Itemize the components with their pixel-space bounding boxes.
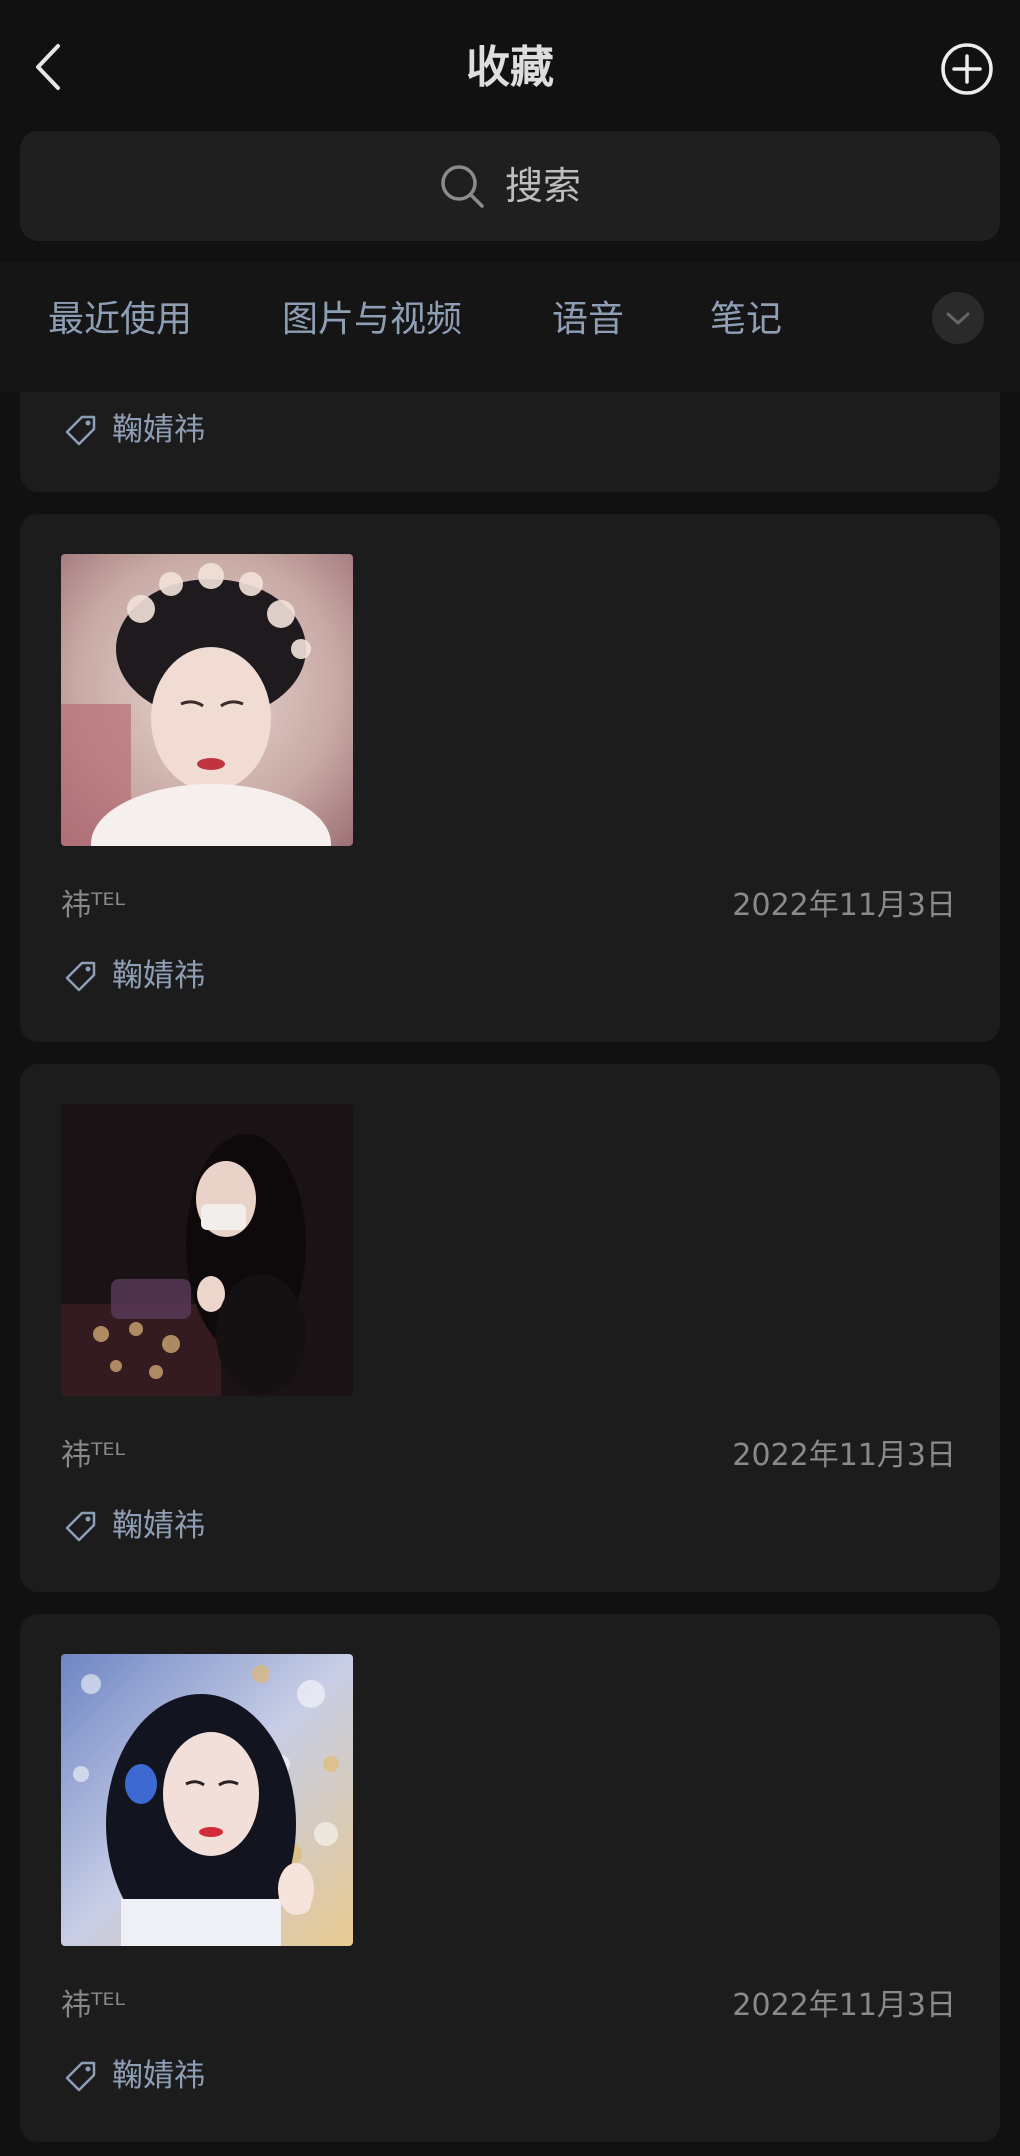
tab-recent[interactable]: 最近使用 xyxy=(48,290,192,350)
search-placeholder: 搜索 xyxy=(504,164,581,208)
tag-chip[interactable]: 鞠婧祎 xyxy=(64,1506,205,1546)
tag-chip[interactable]: 鞠婧祎 xyxy=(64,956,205,996)
favorite-card[interactable]: 祎ᵀᴱᴸ 2022年11月3日 鞠婧祎 xyxy=(20,514,1000,1042)
photo-woman-bokeh-sparkles xyxy=(61,1654,353,1946)
search-bar[interactable]: 搜索 xyxy=(20,131,1000,241)
page-title: 收藏 xyxy=(466,42,554,93)
tag-icon xyxy=(65,2061,96,2092)
tab-notes[interactable]: 笔记 xyxy=(710,290,782,350)
category-tabs: 最近使用 图片与视频 语音 笔记 xyxy=(0,262,1020,392)
search-icon xyxy=(441,165,484,208)
favorite-card[interactable]: 祎ᵀᴱᴸ 2022年11月3日 鞠婧祎 xyxy=(20,1064,1000,1592)
expand-tabs-button[interactable] xyxy=(932,292,984,344)
favorites-page: 收藏 搜索 最近使用 图片与视频 语音 笔记 鞠婧祎 祎ᵀᴱᴸ 2022年11月… xyxy=(0,0,1020,2156)
saved-date: 2022年11月3日 xyxy=(732,888,956,923)
add-button[interactable] xyxy=(940,42,994,96)
tag-label: 鞠婧祎 xyxy=(112,1508,205,1544)
saved-date: 2022年11月3日 xyxy=(732,1988,956,2023)
tab-photos-videos[interactable]: 图片与视频 xyxy=(282,290,462,350)
photo-thumbnail[interactable] xyxy=(61,554,353,846)
top-bar: 收藏 xyxy=(0,0,1020,130)
tag-label: 鞠婧祎 xyxy=(112,958,205,994)
tag-label: 鞠婧祎 xyxy=(112,2058,205,2094)
chevron-down-icon xyxy=(946,312,970,325)
favorite-card-partial[interactable]: 鞠婧祎 xyxy=(20,392,1000,492)
photo-woman-floral-headdress xyxy=(61,554,353,846)
photo-thumbnail[interactable] xyxy=(61,1654,353,1946)
source-label: 祎ᵀᴱᴸ xyxy=(61,1438,125,1473)
tag-icon xyxy=(65,961,96,992)
tag-icon xyxy=(65,415,96,446)
plus-circle-icon xyxy=(941,43,993,95)
favorite-card[interactable]: 祎ᵀᴱᴸ 2022年11月3日 鞠婧祎 xyxy=(20,1614,1000,2142)
tag-chip[interactable]: 鞠婧祎 xyxy=(64,2056,205,2096)
tag-label: 鞠婧祎 xyxy=(112,412,205,448)
source-label: 祎ᵀᴱᴸ xyxy=(61,1988,125,2023)
tab-voice[interactable]: 语音 xyxy=(552,290,624,350)
source-label: 祎ᵀᴱᴸ xyxy=(61,888,125,923)
photo-thumbnail[interactable] xyxy=(61,1104,353,1396)
search-content: 搜索 xyxy=(439,161,581,211)
tag-chip[interactable]: 鞠婧祎 xyxy=(64,410,205,450)
saved-date: 2022年11月3日 xyxy=(732,1438,956,1473)
photo-woman-night-lights xyxy=(61,1104,353,1396)
tag-icon xyxy=(65,1511,96,1542)
